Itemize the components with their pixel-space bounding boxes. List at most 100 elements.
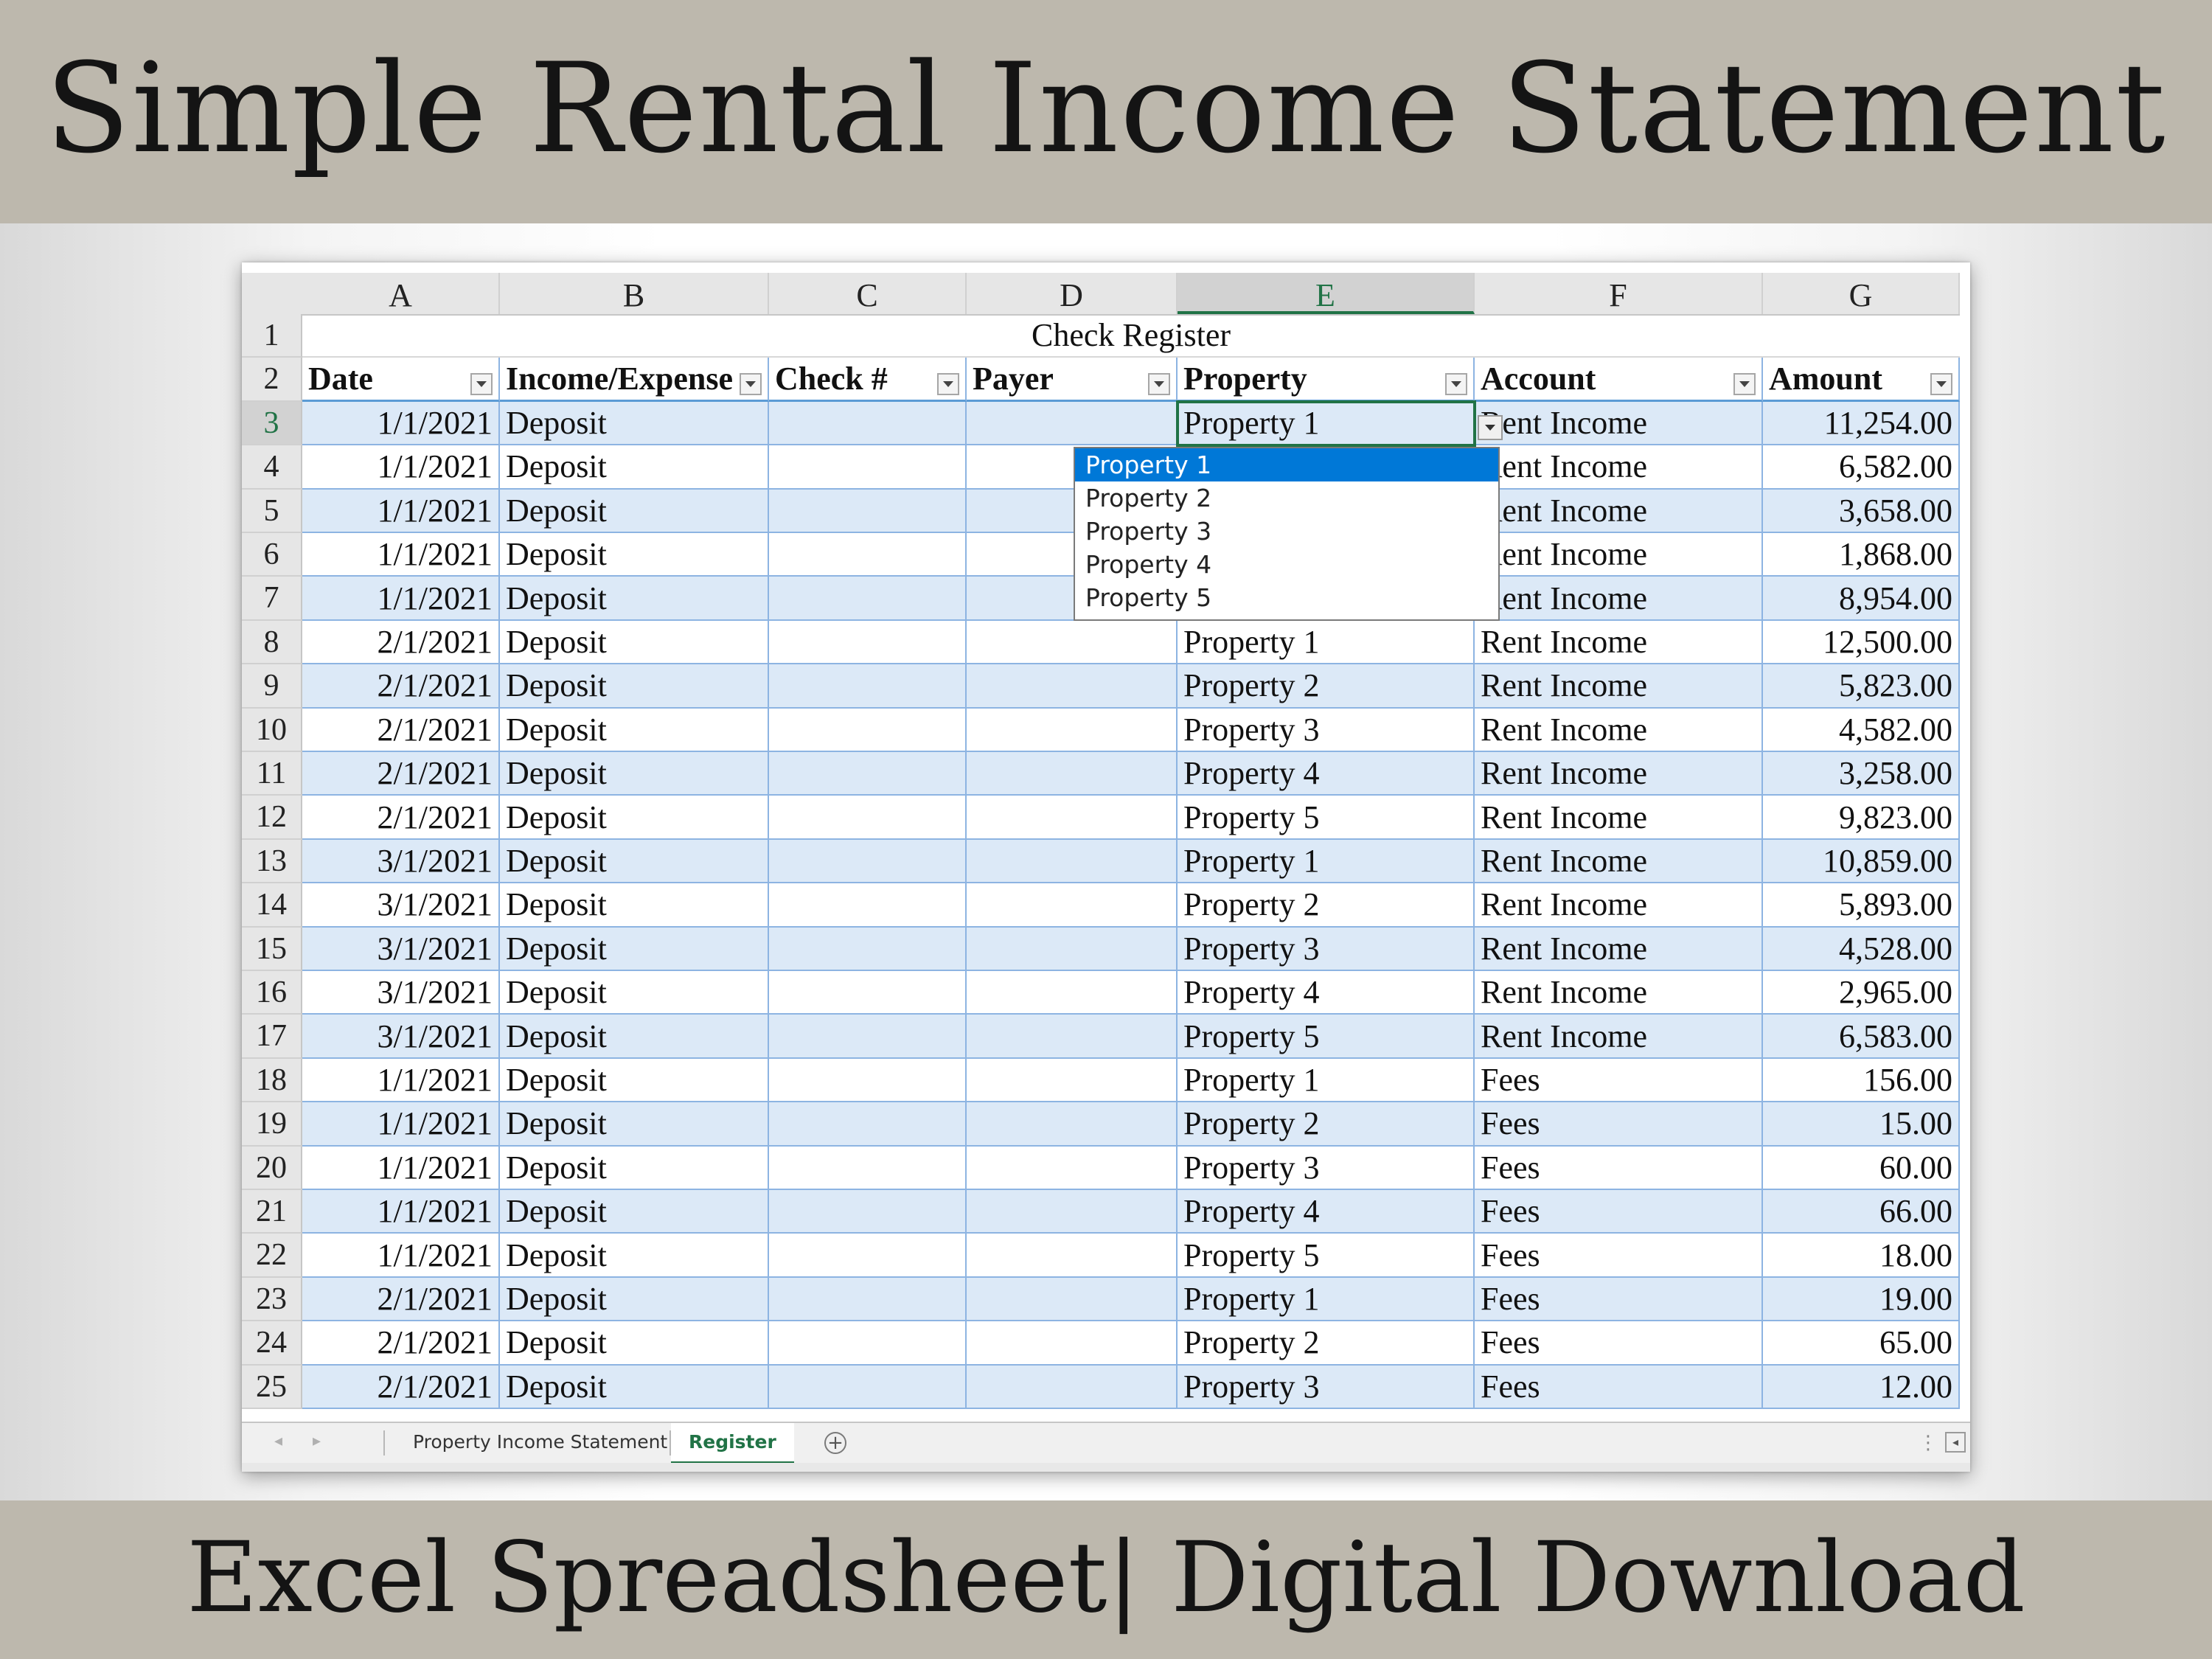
cell-amount[interactable]: 4,582.00: [1763, 708, 1960, 752]
cell-payer[interactable]: [967, 620, 1178, 665]
cell-property[interactable]: Property 2: [1178, 1321, 1475, 1366]
header-cell-account[interactable]: Account: [1475, 358, 1763, 402]
cell-payer[interactable]: [967, 1234, 1178, 1278]
cell-date[interactable]: 2/1/2021: [302, 620, 500, 665]
cell-amount[interactable]: 5,823.00: [1763, 664, 1960, 709]
row-header[interactable]: 1: [242, 314, 302, 358]
cell-property[interactable]: Property 5: [1178, 1015, 1475, 1059]
cell-account[interactable]: Rent Income: [1475, 927, 1763, 971]
cell-amount[interactable]: 12,500.00: [1763, 620, 1960, 665]
cell-date[interactable]: 3/1/2021: [302, 839, 500, 884]
dropdown-option[interactable]: Property 2: [1075, 481, 1498, 515]
cell-date[interactable]: 2/1/2021: [302, 664, 500, 709]
cell-payer[interactable]: [967, 752, 1178, 796]
cell-account[interactable]: Fees: [1475, 1234, 1763, 1278]
cell-payer[interactable]: [967, 883, 1178, 928]
cell-type[interactable]: Deposit: [500, 839, 769, 884]
header-cell-check[interactable]: Check #: [769, 358, 967, 402]
cell-account[interactable]: Fees: [1475, 1321, 1763, 1366]
cell-date[interactable]: 2/1/2021: [302, 796, 500, 840]
cell-amount[interactable]: 1,868.00: [1763, 533, 1960, 577]
cell-check[interactable]: [769, 752, 967, 796]
cell-amount[interactable]: 3,258.00: [1763, 752, 1960, 796]
cell-payer[interactable]: [967, 927, 1178, 971]
cell-account[interactable]: Rent Income: [1475, 445, 1763, 490]
cell-date[interactable]: 3/1/2021: [302, 927, 500, 971]
cell-amount[interactable]: 60.00: [1763, 1146, 1960, 1190]
cell-amount[interactable]: 12.00: [1763, 1365, 1960, 1409]
row-header[interactable]: 2: [242, 358, 302, 402]
row-header[interactable]: 24: [242, 1321, 302, 1366]
cell-type[interactable]: Deposit: [500, 796, 769, 840]
cell-property[interactable]: Property 3: [1178, 708, 1475, 752]
cell-date[interactable]: 2/1/2021: [302, 752, 500, 796]
cell-amount[interactable]: 15.00: [1763, 1102, 1960, 1147]
cell-amount[interactable]: 156.00: [1763, 1058, 1960, 1103]
cell-check[interactable]: [769, 1277, 967, 1322]
cell-property[interactable]: Property 2: [1178, 664, 1475, 709]
cell-property[interactable]: Property 1: [1178, 620, 1475, 665]
cell-type[interactable]: Deposit: [500, 1234, 769, 1278]
cell-property[interactable]: Property 4: [1178, 971, 1475, 1015]
cell-check[interactable]: [769, 708, 967, 752]
cell-date[interactable]: 1/1/2021: [302, 1058, 500, 1103]
row-header[interactable]: 22: [242, 1234, 302, 1278]
cell-property[interactable]: Property 4: [1178, 752, 1475, 796]
cell-payer[interactable]: [967, 401, 1178, 446]
row-header[interactable]: 20: [242, 1146, 302, 1190]
cell-property[interactable]: Property 5: [1178, 1234, 1475, 1278]
cell-account[interactable]: Rent Income: [1475, 883, 1763, 928]
row-header[interactable]: 19: [242, 1102, 302, 1147]
cell-amount[interactable]: 4,528.00: [1763, 927, 1960, 971]
cell-check[interactable]: [769, 1321, 967, 1366]
cell-amount[interactable]: 65.00: [1763, 1321, 1960, 1366]
cell-property[interactable]: Property 4: [1178, 1190, 1475, 1234]
cell-account[interactable]: Rent Income: [1475, 752, 1763, 796]
row-header[interactable]: 23: [242, 1277, 302, 1322]
cell-payer[interactable]: [967, 708, 1178, 752]
cell-property[interactable]: Property 1: [1178, 1277, 1475, 1322]
cell-amount[interactable]: 11,254.00: [1763, 401, 1960, 446]
cell-account[interactable]: Rent Income: [1475, 796, 1763, 840]
cell-date[interactable]: 3/1/2021: [302, 1015, 500, 1059]
cell-type[interactable]: Deposit: [500, 664, 769, 709]
cell-type[interactable]: Deposit: [500, 927, 769, 971]
cell-check[interactable]: [769, 401, 967, 446]
row-header[interactable]: 6: [242, 533, 302, 577]
scroll-tabs-right-icon[interactable]: ▸: [313, 1432, 321, 1450]
cell-date[interactable]: 2/1/2021: [302, 708, 500, 752]
cell-property[interactable]: Property 1: [1178, 401, 1475, 446]
cell-account[interactable]: Fees: [1475, 1146, 1763, 1190]
cell-type[interactable]: Deposit: [500, 1277, 769, 1322]
cell-account[interactable]: Fees: [1475, 1058, 1763, 1103]
cell-check[interactable]: [769, 1015, 967, 1059]
cell-payer[interactable]: [967, 1190, 1178, 1234]
cell-type[interactable]: Deposit: [500, 489, 769, 533]
cell-amount[interactable]: 3,658.00: [1763, 489, 1960, 533]
cell-date[interactable]: 2/1/2021: [302, 1365, 500, 1409]
cell-account[interactable]: Rent Income: [1475, 401, 1763, 446]
filter-dropdown-icon[interactable]: [1930, 372, 1952, 395]
row-header[interactable]: 3: [242, 401, 302, 446]
cell-payer[interactable]: [967, 971, 1178, 1015]
cell-check[interactable]: [769, 1365, 967, 1409]
more-options-icon[interactable]: ⋮: [1919, 1432, 1938, 1454]
cell-account[interactable]: Rent Income: [1475, 1015, 1763, 1059]
cell-account[interactable]: Fees: [1475, 1190, 1763, 1234]
cell-account[interactable]: Rent Income: [1475, 708, 1763, 752]
cell-date[interactable]: 1/1/2021: [302, 489, 500, 533]
cell-type[interactable]: Deposit: [500, 533, 769, 577]
cell-check[interactable]: [769, 1058, 967, 1103]
cell-date[interactable]: 1/1/2021: [302, 445, 500, 490]
cell-account[interactable]: Rent Income: [1475, 664, 1763, 709]
cell-check[interactable]: [769, 971, 967, 1015]
cell-payer[interactable]: [967, 1015, 1178, 1059]
cell-check[interactable]: [769, 796, 967, 840]
header-cell-date[interactable]: Date: [302, 358, 500, 402]
cell-amount[interactable]: 6,583.00: [1763, 1015, 1960, 1059]
cell-date[interactable]: 3/1/2021: [302, 971, 500, 1015]
register-title-cell[interactable]: Check Register: [302, 314, 1960, 358]
row-header[interactable]: 21: [242, 1190, 302, 1234]
cell-amount[interactable]: 18.00: [1763, 1234, 1960, 1278]
cell-check[interactable]: [769, 839, 967, 884]
